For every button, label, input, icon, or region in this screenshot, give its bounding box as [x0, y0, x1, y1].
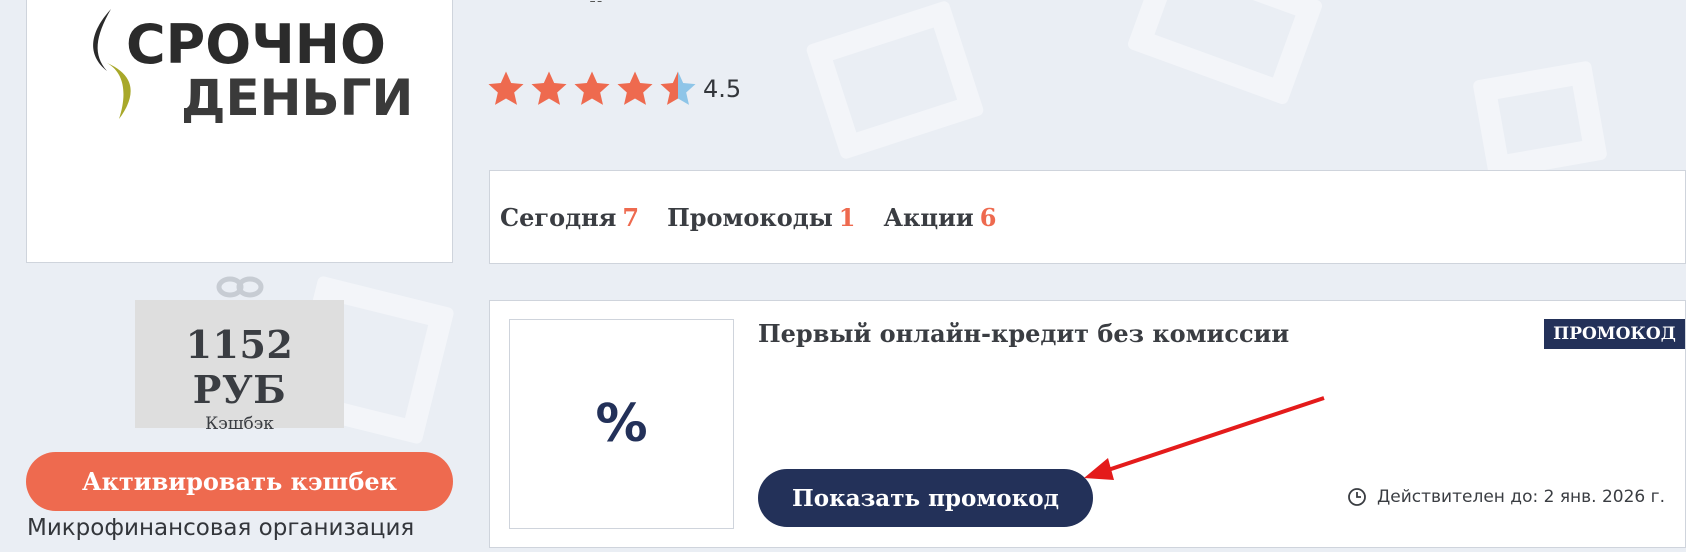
promo-thumbnail: % [509, 319, 734, 529]
cashback-box: 1152 РУБ Кэшбэк [135, 300, 344, 434]
tab-label: Акции [883, 202, 974, 232]
logo-line1: СРОЧНО [126, 13, 386, 76]
star-half-icon [660, 71, 696, 105]
tab-count: 7 [622, 202, 640, 232]
star-full-icon [488, 71, 524, 105]
background-gift-decoration [1472, 60, 1608, 180]
tab-today[interactable]: Сегодня 7 [500, 203, 639, 232]
tab-label: Сегодня [500, 202, 617, 232]
validity-text: Действителен до: 2 янв. 2026 г. [1377, 487, 1665, 507]
deal-tabs: Сегодня 7 Промокоды 1 Акции 6 [489, 170, 1686, 264]
activate-cashback-button[interactable]: Активировать кэшбек [26, 452, 453, 511]
background-gift-decoration [1126, 0, 1324, 106]
show-promocode-button[interactable]: Показать промокод [758, 469, 1093, 527]
brand-logo-card: СРОЧНО ДЕНЬГИ [26, 0, 453, 263]
cashback-label: Кэшбэк [205, 414, 274, 434]
organization-type: Микрофинансовая организация [27, 515, 415, 541]
percent-icon: % [595, 394, 648, 454]
star-full-icon [531, 71, 567, 105]
star-full-icon [574, 71, 610, 105]
promo-type-badge: ПРОМОКОД [1544, 319, 1685, 349]
brand-logo: СРОЧНО ДЕНЬГИ [93, 9, 413, 123]
tab-label: Промокоды [667, 202, 833, 232]
logo-line2: ДЕНЬГИ [181, 69, 413, 123]
rating: 4.5 [486, 68, 741, 110]
background-gift-decoration [805, 0, 985, 161]
rating-value: 4.5 [703, 75, 742, 103]
tab-promotions[interactable]: Акции 6 [884, 203, 997, 232]
tab-promocodes[interactable]: Промокоды 1 [667, 203, 855, 232]
star-full-icon [617, 71, 653, 105]
promo-title: Первый онлайн-кредит без комиссии [758, 319, 1290, 348]
tab-count: 6 [979, 202, 997, 232]
annotation-arrow-icon [1084, 396, 1325, 480]
tab-count: 1 [838, 202, 856, 232]
clock-icon [1348, 488, 1366, 506]
gift-bow-icon [216, 276, 264, 298]
cashback-amount: 1152 РУБ [185, 322, 294, 412]
promo-validity: Действителен до: 2 янв. 2026 г. [1347, 487, 1665, 507]
header-title-fragment: у [590, 0, 620, 2]
